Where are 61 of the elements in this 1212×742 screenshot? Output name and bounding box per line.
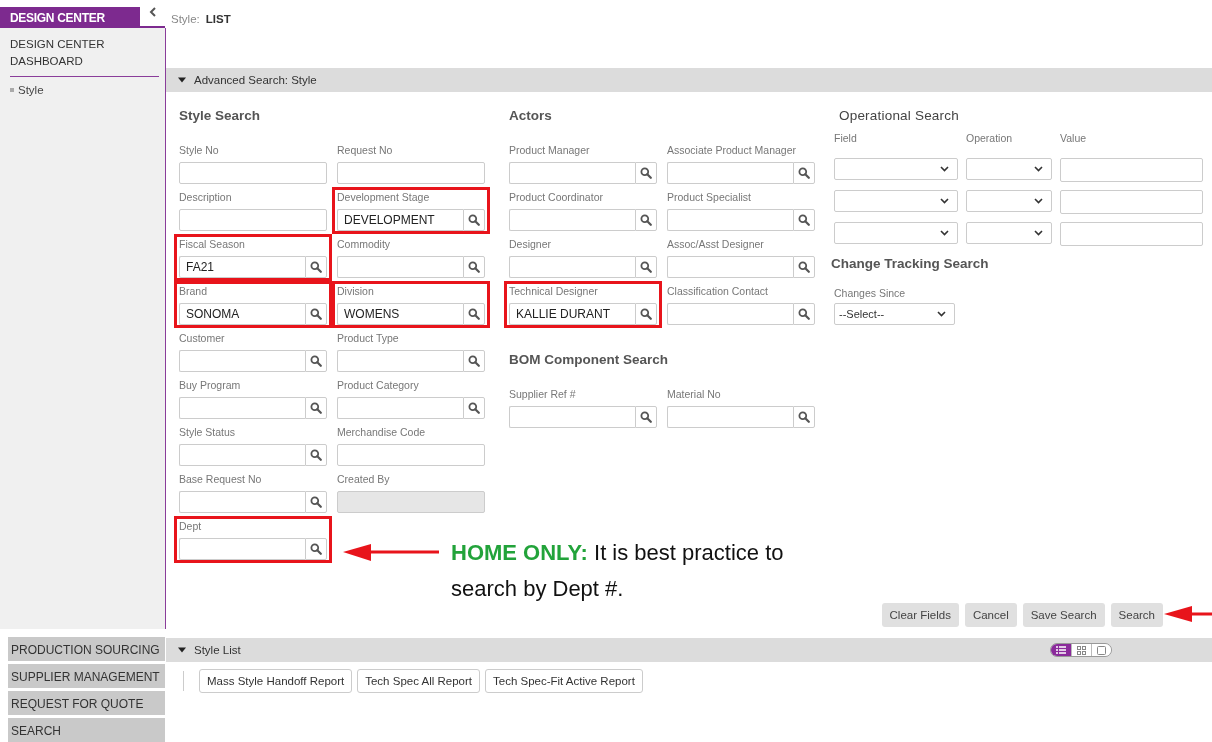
input-field[interactable]: SONOMA: [179, 303, 305, 325]
field-label: Product Specialist: [667, 191, 753, 205]
field-label: Assoc/Asst Designer: [667, 238, 765, 252]
field-label: Designer: [509, 238, 553, 252]
input-field[interactable]: KALLIE DURANT: [509, 303, 635, 325]
sidebar-section[interactable]: REQUEST FOR QUOTE: [8, 691, 165, 715]
field-label: Product Category: [337, 379, 420, 393]
action-button[interactable]: Cancel: [964, 603, 1017, 627]
field-label: Request No: [337, 144, 394, 158]
field-label: Customer: [179, 332, 226, 346]
field-label: Supplier Ref #: [509, 388, 577, 402]
column-header: Operation: [966, 132, 1014, 146]
field-label: Product Manager: [509, 144, 591, 158]
sidebar-section[interactable]: PRODUCTION SOURCING: [8, 637, 165, 661]
sidebar-section[interactable]: SEARCH: [8, 718, 165, 742]
field-label: Division: [337, 285, 375, 299]
field-label: Classification Contact: [667, 285, 769, 299]
field-label: Development Stage: [337, 191, 431, 205]
report-button[interactable]: Tech Spec All Report: [357, 669, 480, 693]
input-field[interactable]: DEVELOPMENT: [337, 209, 463, 231]
field-label: Product Type: [337, 332, 400, 346]
field-label: Style Status: [179, 426, 237, 440]
action-button[interactable]: Search: [1110, 603, 1163, 627]
section-title: Actors: [509, 108, 553, 125]
sidebar-title: DESIGN CENTER: [0, 7, 140, 28]
sidebar-link[interactable]: DESIGN CENTER DASHBOARD: [10, 36, 159, 77]
field-label: Merchandise Code: [337, 426, 427, 440]
field-label: Brand: [179, 285, 209, 299]
field-label: Description: [179, 191, 233, 205]
section-header-title[interactable]: Advanced Search: Style: [194, 74, 317, 86]
page-title-label: Style:: [171, 13, 200, 27]
input-field[interactable]: FA21: [179, 256, 305, 278]
page-title: LIST: [205, 13, 231, 27]
action-button[interactable]: Clear Fields: [881, 603, 959, 627]
section-title: Change Tracking Search: [831, 256, 990, 271]
field-label: Created By: [337, 473, 391, 487]
field-label: Technical Designer: [509, 285, 599, 299]
section-title: Operational Search: [839, 108, 960, 125]
section-title: Style Search: [179, 108, 262, 125]
callout-text: HOME ONLY: It is best practice to search by Dept #.: [451, 539, 785, 603]
field-label: Material No: [667, 388, 722, 402]
section-header-title[interactable]: Style List: [194, 644, 241, 656]
column-header: Field: [834, 132, 858, 146]
column-header: Value: [1060, 132, 1088, 146]
report-button[interactable]: Tech Spec-Fit Active Report: [485, 669, 643, 693]
field-label: Changes Since: [834, 287, 907, 299]
field-label: Associate Product Manager: [667, 144, 797, 158]
field-label: Dept: [179, 520, 203, 534]
field-label: Base Request No: [179, 473, 263, 487]
field-label: Commodity: [337, 238, 392, 252]
field-label: Fiscal Season: [179, 238, 246, 252]
sidebar-item[interactable]: Style: [18, 84, 44, 96]
section-title: BOM Component Search: [509, 352, 669, 369]
field-label: Buy Program: [179, 379, 242, 393]
input-field[interactable]: WOMENS: [337, 303, 463, 325]
sidebar-section[interactable]: SUPPLIER MANAGEMENT: [8, 664, 165, 688]
report-button[interactable]: Mass Style Handoff Report: [199, 669, 353, 693]
changes-since-dropdown[interactable]: --Select--: [834, 303, 955, 325]
action-button[interactable]: Save Search: [1022, 603, 1105, 627]
field-label: Style No: [179, 144, 220, 158]
field-label: Product Coordinator: [509, 191, 604, 205]
